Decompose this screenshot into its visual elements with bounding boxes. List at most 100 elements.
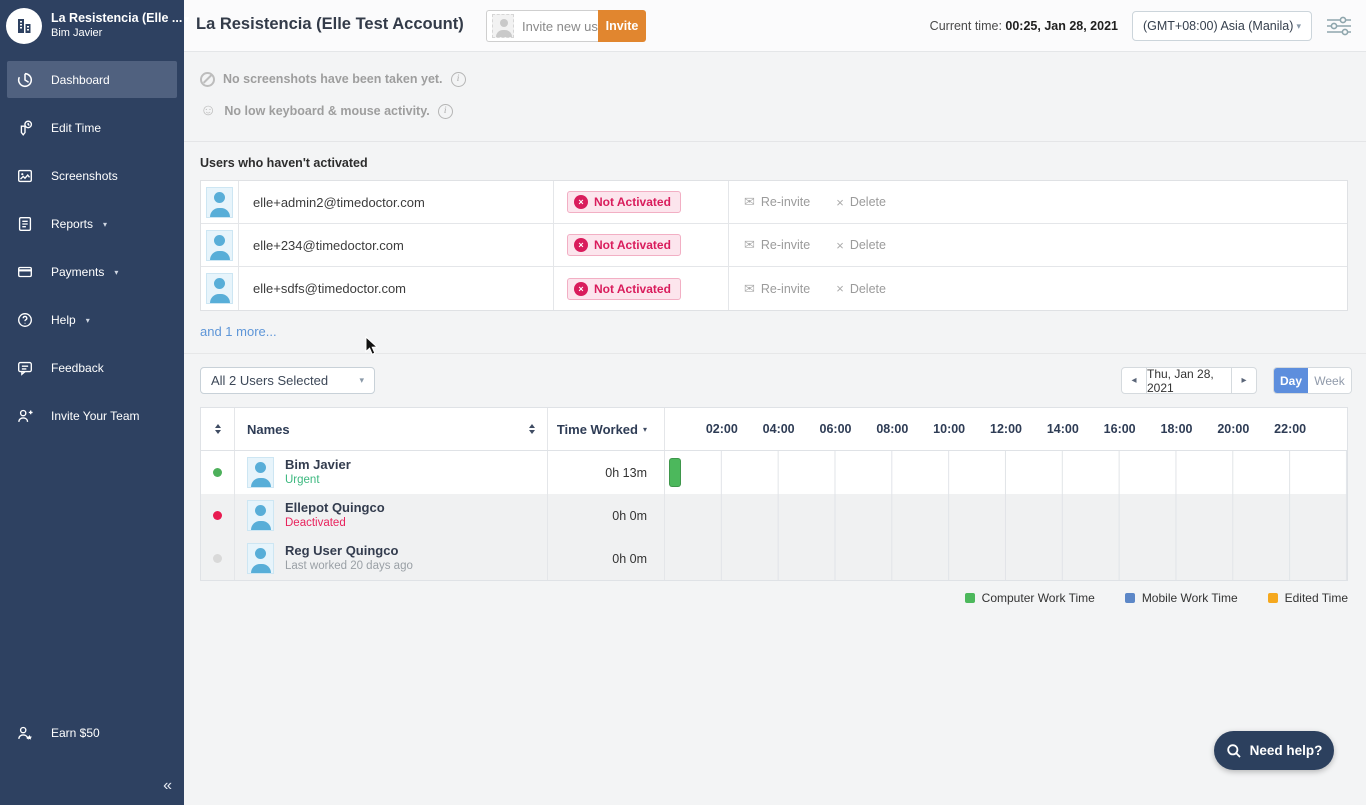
delete-button[interactable]: ×Delete [836, 238, 886, 253]
show-more-users-link[interactable]: and 1 more... [200, 324, 277, 339]
pending-user-email: elle+234@timedoctor.com [239, 224, 554, 266]
reinvite-button[interactable]: ✉Re-invite [744, 237, 810, 253]
hour-label: 02:00 [706, 422, 738, 436]
reinvite-button[interactable]: ✉Re-invite [744, 194, 810, 210]
sidebar-item-invite-your-team[interactable]: Invite Your Team [0, 392, 184, 440]
info-icon[interactable]: i [451, 72, 466, 87]
sidebar-item-label: Invite Your Team [51, 409, 140, 423]
notice-no-low-activity: ☺ No low keyboard & mouse activity. i [200, 95, 1366, 127]
timeline-cell [665, 537, 1347, 580]
magnifier-icon [1226, 743, 1242, 759]
status-cell: × Not Activated [554, 267, 729, 310]
topbar-right: Current time: 00:25, Jan 28, 2021 (GMT+0… [930, 0, 1352, 52]
sort-icon [529, 424, 535, 434]
user-status-subtitle: Deactivated [285, 516, 385, 531]
main-content: La Resistencia (Elle Test Account) Invit… [184, 0, 1366, 805]
page-title: La Resistencia (Elle Test Account) [196, 15, 464, 34]
timezone-select[interactable]: (GMT+08:00) Asia (Manila) ▾ [1132, 11, 1312, 41]
chevron-down-icon: ▾ [103, 220, 107, 229]
no-screenshots-icon [200, 72, 215, 87]
sidebar-collapse-button[interactable]: « [163, 777, 170, 795]
status-dot [213, 554, 222, 563]
topbar: La Resistencia (Elle Test Account) Invit… [184, 0, 1366, 52]
invite-person-icon [15, 406, 35, 426]
buildings-icon [14, 16, 34, 36]
names-sort-header[interactable]: Names [235, 408, 548, 450]
x-icon: × [836, 195, 844, 210]
sidebar-item-help[interactable]: Help ▾ [0, 296, 184, 344]
pending-user-row: elle+admin2@timedoctor.com ×Not Activate… [201, 181, 1347, 224]
delete-button[interactable]: ×Delete [836, 281, 886, 296]
user-avatar [206, 187, 233, 218]
user-avatar [247, 457, 274, 488]
x-circle-icon: × [574, 195, 588, 209]
invite-button[interactable]: Invite [598, 10, 646, 42]
current-time-value: 00:25, Jan 28, 2021 [1005, 19, 1118, 33]
sidebar-item-label: Screenshots [51, 169, 118, 183]
delete-label: Delete [850, 195, 886, 209]
hour-label: 06:00 [820, 422, 852, 436]
status-cell [201, 451, 235, 494]
notice-no-screenshots: No screenshots have been taken yet. i [200, 63, 1366, 95]
next-day-button[interactable]: ▸ [1232, 368, 1256, 393]
avatar-cell [201, 224, 239, 266]
time-worked-value: 0h 0m [612, 509, 647, 523]
time-worked-sort-header[interactable]: Time Worked ▾ [548, 408, 665, 450]
day-toggle-button[interactable]: Day [1274, 368, 1308, 393]
user-avatar [206, 230, 233, 261]
sidebar-menu: Dashboard Edit Time Screenshots Reports … [0, 56, 184, 440]
sidebar-item-reports[interactable]: Reports ▾ [0, 200, 184, 248]
sidebar-item-feedback[interactable]: Feedback [0, 344, 184, 392]
chevron-down-icon: ▾ [86, 316, 90, 325]
sidebar-item-edit-time[interactable]: Edit Time [0, 104, 184, 152]
date-display[interactable]: Thu, Jan 28, 2021 [1146, 368, 1232, 393]
status-badge: ×Not Activated [567, 191, 681, 213]
earn-referral-button[interactable]: Earn $50 [0, 713, 184, 753]
sort-desc-icon: ▾ [643, 425, 647, 434]
timeline-cell [665, 451, 1347, 494]
sidebar-item-label: Reports [51, 217, 93, 231]
status-badge: × Not Activated [567, 278, 681, 300]
sidebar-item-screenshots[interactable]: Screenshots [0, 152, 184, 200]
reinvite-label: Re-invite [761, 238, 810, 252]
invite-new-user-input[interactable] [522, 19, 600, 34]
users-filter-select[interactable]: All 2 Users Selected ▾ [200, 367, 375, 394]
info-icon[interactable]: i [438, 104, 453, 119]
pending-user-email: elle+sdfs@timedoctor.com [239, 267, 554, 310]
dashboard-settings-button[interactable] [1326, 16, 1352, 36]
prev-day-button[interactable]: ◂ [1122, 368, 1146, 393]
timezone-value: (GMT+08:00) Asia (Manila) [1143, 19, 1293, 33]
need-help-button[interactable]: Need help? [1214, 731, 1334, 770]
status-sort-header[interactable] [201, 408, 235, 450]
actions-cell: ✉Re-invite ×Delete [729, 224, 1347, 266]
current-time: Current time: 00:25, Jan 28, 2021 [930, 19, 1118, 33]
user-avatar [247, 543, 274, 574]
x-circle-icon: × [574, 282, 588, 296]
time-worked-cell: 0h 13m [548, 451, 665, 494]
delete-button[interactable]: × Delete [836, 195, 886, 210]
worktime-table: Names Time Worked ▾ 02:00 04:00 06:00 08… [200, 407, 1348, 581]
legend: Computer Work Time Mobile Work Time Edit… [184, 591, 1348, 605]
sidebar-item-payments[interactable]: Payments ▾ [0, 248, 184, 296]
edit-time-icon [15, 118, 35, 138]
status-badge-label: Not Activated [594, 282, 671, 296]
account-switcher[interactable]: La Resistencia (Elle ...▾ Bim Javier [0, 0, 184, 54]
sidebar-item-dashboard[interactable]: Dashboard [0, 56, 184, 104]
chevron-down-icon: ▾ [184, 14, 189, 24]
screenshots-icon [15, 166, 35, 186]
status-badge: ×Not Activated [567, 234, 681, 256]
hour-label: 14:00 [1047, 422, 1079, 436]
names-header-label: Names [247, 422, 290, 437]
sidebar-item-label: Feedback [51, 361, 104, 375]
status-cell [201, 494, 235, 537]
pending-users-title: Users who haven't activated [200, 156, 1366, 170]
reinvite-button[interactable]: ✉Re-invite [744, 281, 810, 297]
reinvite-label: Re-invite [761, 195, 810, 209]
week-toggle-button[interactable]: Week [1308, 368, 1351, 393]
hour-label: 20:00 [1217, 422, 1249, 436]
invite-input-wrap [486, 10, 598, 42]
user-cell: Bim Javier Urgent [235, 451, 548, 494]
account-name: La Resistencia (Elle ...▾ [51, 11, 176, 27]
legend-item-edited: Edited Time [1268, 591, 1348, 605]
legend-label: Edited Time [1285, 591, 1348, 605]
